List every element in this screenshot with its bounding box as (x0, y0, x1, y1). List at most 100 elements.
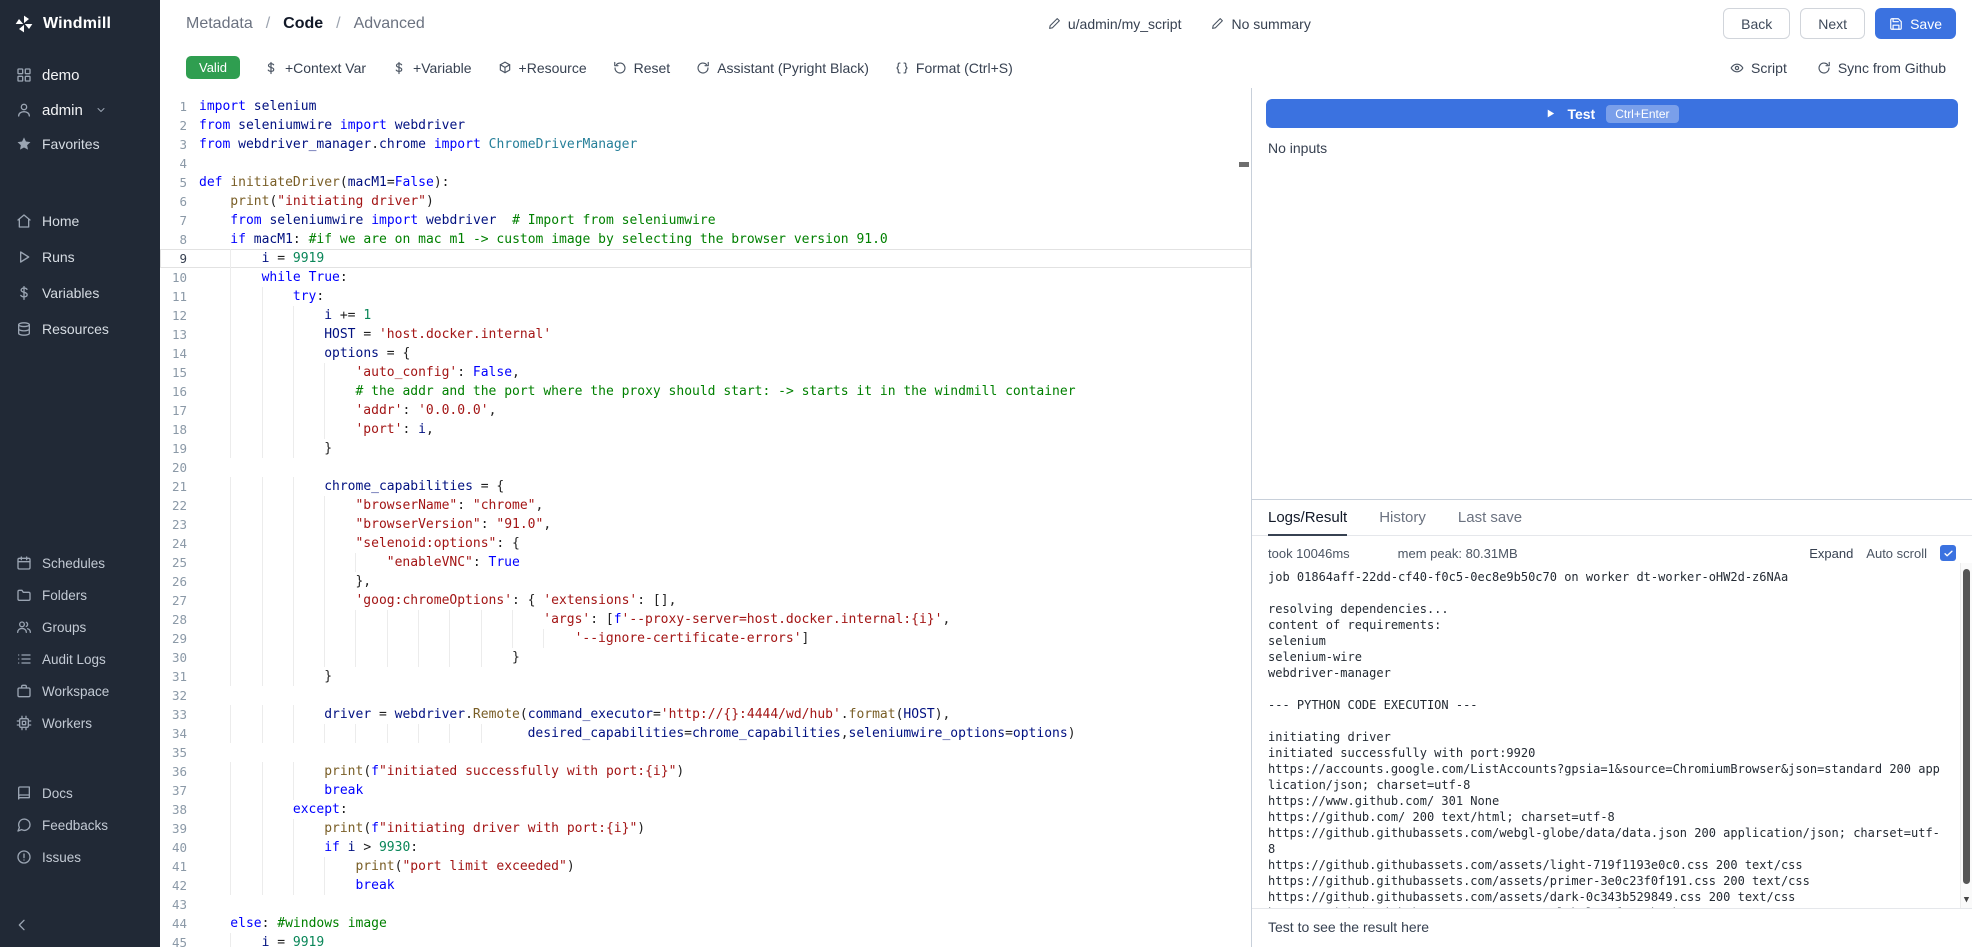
toolbar-button-variable[interactable]: +Variable (382, 54, 482, 82)
autoscroll-checkbox[interactable] (1940, 545, 1956, 561)
code-line[interactable]: 14options = { (160, 344, 1251, 363)
workspace-split: 1import selenium2from seleniumwire impor… (160, 88, 1972, 947)
code-line[interactable]: 13HOST = 'host.docker.internal' (160, 325, 1251, 344)
line-number: 39 (160, 819, 199, 838)
sync-icon (696, 61, 710, 75)
code-line[interactable]: 35 (160, 743, 1251, 762)
code-line[interactable]: 40if i > 9930: (160, 838, 1251, 857)
code-line[interactable]: 20 (160, 458, 1251, 477)
sidebar-item-feedbacks[interactable]: Feedbacks (0, 809, 160, 841)
expand-button[interactable]: Expand (1809, 546, 1853, 561)
reset-icon (613, 61, 627, 75)
save-button[interactable]: Save (1875, 8, 1956, 39)
panel-tab-logs-result[interactable]: Logs/Result (1268, 500, 1347, 536)
script-summary[interactable]: No summary (1211, 16, 1310, 32)
code-line[interactable]: 24"selenoid:options": { (160, 534, 1251, 553)
log-scrollbar-thumb[interactable] (1963, 569, 1970, 884)
code-line[interactable]: 15'auto_config': False, (160, 363, 1251, 382)
code-line[interactable]: 29'--ignore-certificate-errors'] (160, 629, 1251, 648)
toolbar-button-resource[interactable]: +Resource (488, 54, 597, 82)
code-line[interactable]: 17'addr': '0.0.0.0', (160, 401, 1251, 420)
code-line[interactable]: 3from webdriver_manager.chrome import Ch… (160, 135, 1251, 154)
toolbar-button-context-var[interactable]: +Context Var (254, 54, 376, 82)
code-line[interactable]: 8if macM1: #if we are on mac m1 -> custo… (160, 230, 1251, 249)
toolbar-button-reset[interactable]: Reset (603, 54, 681, 82)
sidebar-item-resources[interactable]: Resources (0, 311, 160, 347)
code-line[interactable]: 1import selenium (160, 97, 1251, 116)
code-line[interactable]: 39print(f"initiating driver with port:{i… (160, 819, 1251, 838)
code-line[interactable]: 32 (160, 686, 1251, 705)
sidebar-collapse-button[interactable] (0, 903, 160, 947)
code-line[interactable]: 19} (160, 439, 1251, 458)
sidebar-item-label: Variables (42, 285, 99, 301)
log-panel[interactable]: job 01864aff-22dd-cf40-f0c5-0ec8e9b50c70… (1252, 563, 1972, 908)
sidebar-item-variables[interactable]: Variables (0, 275, 160, 311)
sidebar-item-label: Runs (42, 249, 75, 265)
next-button[interactable]: Next (1800, 8, 1865, 39)
sidebar-item-docs[interactable]: Docs (0, 777, 160, 809)
sidebar-item-workspace[interactable]: Workspace (0, 675, 160, 707)
code-line[interactable]: 42break (160, 876, 1251, 895)
sidebar-item-home[interactable]: Home (0, 203, 160, 239)
code-line[interactable]: 18'port': i, (160, 420, 1251, 439)
code-line[interactable]: 23"browserVersion": "91.0", (160, 515, 1251, 534)
code-line[interactable]: 34desired_capabilities=chrome_capabiliti… (160, 724, 1251, 743)
code-line[interactable]: 9i = 9919 (160, 249, 1251, 268)
code-line[interactable]: 45i = 9919 (160, 933, 1251, 947)
sidebar-item-workers[interactable]: Workers (0, 707, 160, 739)
user-menu[interactable]: admin (0, 93, 160, 127)
sidebar-item-runs[interactable]: Runs (0, 239, 160, 275)
toolbar-button-assistant-pyright-black[interactable]: Assistant (Pyright Black) (686, 54, 879, 82)
toolbar-button-format-ctrl-s[interactable]: Format (Ctrl+S) (885, 54, 1023, 82)
code-line[interactable]: 21chrome_capabilities = { (160, 477, 1251, 496)
workspace-switcher[interactable]: demo (0, 57, 160, 93)
panel-tab-history[interactable]: History (1379, 500, 1426, 536)
code-line[interactable]: 37break (160, 781, 1251, 800)
code-line[interactable]: 25"enableVNC": True (160, 553, 1251, 572)
test-button[interactable]: Test Ctrl+Enter (1266, 99, 1958, 128)
code-line[interactable]: 33driver = webdriver.Remote(command_exec… (160, 705, 1251, 724)
scrollbar-down-arrow[interactable]: ▼ (1961, 896, 1972, 905)
code-line[interactable]: 28'args': [f'--proxy-server=host.docker.… (160, 610, 1251, 629)
back-button[interactable]: Back (1723, 8, 1790, 39)
sidebar-item-groups[interactable]: Groups (0, 611, 160, 643)
toolbar-button-sync-from-github[interactable]: Sync from Github (1813, 54, 1950, 82)
code-line[interactable]: 7from seleniumwire import webdriver # Im… (160, 211, 1251, 230)
sidebar-item-favorites[interactable]: Favorites (0, 127, 160, 161)
code-line[interactable]: 5def initiateDriver(macM1=False): (160, 173, 1251, 192)
windmill-logo[interactable]: Windmill (0, 0, 160, 47)
code-editor[interactable]: 1import selenium2from seleniumwire impor… (160, 88, 1251, 947)
panel-tab-last-save[interactable]: Last save (1458, 500, 1522, 536)
toolbar-button-script[interactable]: Script (1726, 54, 1791, 82)
code-line[interactable]: 26}, (160, 572, 1251, 591)
code-line[interactable]: 44else: #windows image (160, 914, 1251, 933)
code-line[interactable]: 31} (160, 667, 1251, 686)
code-line[interactable]: 4 (160, 154, 1251, 173)
script-path[interactable]: u/admin/my_script (1048, 16, 1182, 32)
code-line[interactable]: 43 (160, 895, 1251, 914)
code-line[interactable]: 22"browserName": "chrome", (160, 496, 1251, 515)
dollar-icon (16, 285, 32, 301)
code-line[interactable]: 38except: (160, 800, 1251, 819)
code-line[interactable]: 41print("port limit exceeded") (160, 857, 1251, 876)
tab-advanced[interactable]: Advanced (354, 15, 425, 33)
code-line[interactable]: 6print("initiating driver") (160, 192, 1251, 211)
sidebar-item-issues[interactable]: Issues (0, 841, 160, 873)
sidebar-item-folders[interactable]: Folders (0, 579, 160, 611)
line-number: 18 (160, 420, 199, 439)
code-line[interactable]: 12i += 1 (160, 306, 1251, 325)
tab-code[interactable]: Code (283, 15, 323, 33)
code-line[interactable]: 2from seleniumwire import webdriver (160, 116, 1251, 135)
code-line[interactable]: 10while True: (160, 268, 1251, 287)
editor-scrollbar[interactable] (1237, 88, 1251, 947)
sidebar-item-audit-logs[interactable]: Audit Logs (0, 643, 160, 675)
code-line[interactable]: 16# the addr and the port where the prox… (160, 382, 1251, 401)
code-line[interactable]: 11try: (160, 287, 1251, 306)
code-line[interactable]: 36print(f"initiated successfully with po… (160, 762, 1251, 781)
top-header: Metadata/Code/Advanced u/admin/my_script… (160, 0, 1972, 47)
sidebar-item-schedules[interactable]: Schedules (0, 547, 160, 579)
log-scrollbar[interactable]: ▼ (1960, 563, 1972, 908)
code-line[interactable]: 27'goog:chromeOptions': { 'extensions': … (160, 591, 1251, 610)
code-line[interactable]: 30} (160, 648, 1251, 667)
tab-metadata[interactable]: Metadata (186, 15, 253, 33)
